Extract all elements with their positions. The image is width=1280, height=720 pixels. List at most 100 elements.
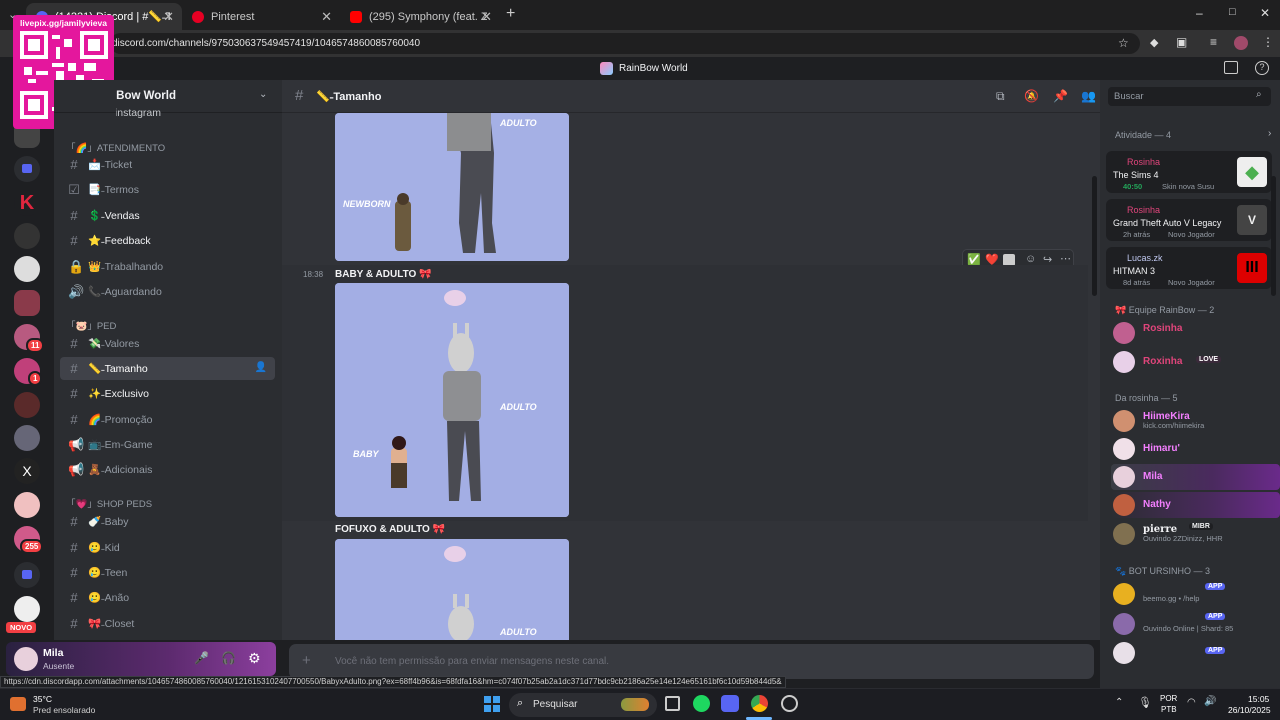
server-folder-icon[interactable] [14,562,40,588]
member-item[interactable]: HiimeKira kick.com/hiimekira [1111,408,1275,434]
chevron-up-icon[interactable]: ⌃ [1115,697,1123,708]
weather-icon[interactable] [10,697,26,711]
maximize-button[interactable]: □ [1229,6,1236,18]
member-item[interactable]: APP [1111,640,1275,666]
chrome-icon[interactable] [751,695,768,712]
settings-gear-icon[interactable]: ⚙ [248,650,261,667]
puzzle-icon[interactable]: ▣ [1176,35,1187,49]
taskbar-search[interactable]: ⌕ Pesquisar [509,693,657,717]
spotify-icon[interactable] [693,695,710,712]
channel-adicionais[interactable]: 📢 🧸˗Adicionais [60,458,275,481]
notification-bell-off-icon[interactable]: 🔕 [1024,89,1039,103]
channel-termos[interactable]: ☑ 📑˗Termos [60,178,275,201]
channel-valores[interactable]: # 💸˗Valores [60,332,275,355]
server-icon[interactable] [14,492,40,518]
keyboard-layout[interactable]: PTB [1161,705,1177,714]
close-icon[interactable]: ✕ [321,9,332,25]
inbox-icon[interactable] [1224,61,1238,74]
media-icon[interactable]: ≡ [1210,35,1217,49]
channel-teen[interactable]: # 🥲˗Teen [60,561,275,584]
server-icon[interactable] [14,425,40,451]
category-shop-peds[interactable]: 「💗」SHOP PEDS [66,496,152,510]
close-icon[interactable]: ✕ [481,9,492,25]
channel-promocao[interactable]: # 🌈˗Promoção [60,408,275,431]
channel-kid[interactable]: # 🥲˗Kid [60,536,275,559]
member-item[interactable]: pierre MIBR Ouvindo 2ZDinizz, HHR [1111,521,1275,547]
server-icon[interactable]: K [14,190,40,216]
add-attachment-icon[interactable]: + [302,652,311,669]
search-input[interactable]: Buscar ⌕ [1108,87,1271,106]
member-item[interactable]: Nathy [1111,492,1280,518]
clock-date[interactable]: 26/10/2025 [1228,705,1271,715]
server-icon[interactable] [14,256,40,282]
message-image[interactable]: ADULTO NEWBORN [335,113,569,261]
close-window-button[interactable]: ✕ [1260,6,1270,20]
channel-em-game[interactable]: 📢 📺˗Em-Game [60,433,275,456]
url-input[interactable]: discord.com/channels/975030637549457419/… [110,33,1140,54]
server-icon[interactable] [14,290,40,316]
chevron-down-icon[interactable]: ⌄ [259,89,267,100]
message-image[interactable]: ADULTO [335,539,569,640]
channel-exclusivo[interactable]: # ✨˗Exclusivo [60,382,275,405]
member-item[interactable]: Roxinha LOVE [1111,349,1275,375]
activity-card[interactable]: Rosinha The Sims 4 40:50 Skin nova Susu … [1106,151,1272,193]
channel-closet[interactable]: # 🎀˗Closet [60,612,275,635]
activity-card[interactable]: Rosinha Grand Theft Auto V Legacy 2h atr… [1106,199,1272,241]
search-icon[interactable]: ⌕ [1256,89,1262,100]
member-item[interactable]: APP beemo.gg • /help [1111,581,1275,607]
add-reaction-icon[interactable]: ☺ [1025,253,1036,265]
microphone-icon[interactable]: 🎙 [1138,696,1152,709]
channel-partial[interactable]: instagram [116,107,161,119]
server-header[interactable]: RainBow World ⌄ [54,80,282,113]
category-ped[interactable]: 「🐷」PED [66,318,116,332]
extension-icon[interactable]: ◆ [1150,36,1158,49]
bookmark-star-icon[interactable]: ☆ [1118,36,1129,50]
headphones-icon[interactable]: 🎧 [221,651,236,665]
tab-pinterest[interactable]: Pinterest ✕ [182,3,340,30]
menu-kebab-icon[interactable]: ⋮ [1262,35,1274,49]
server-icon[interactable] [14,223,40,249]
server-icon[interactable] [14,392,40,418]
help-icon[interactable]: ? [1255,61,1269,75]
channel-vendas[interactable]: # 💲˗Vendas [60,204,275,227]
avatar[interactable] [14,647,38,671]
channel-aguardando[interactable]: 🔊 📞˗Aguardando [60,280,275,303]
scrollbar-thumb[interactable] [1092,176,1097,296]
channel-trabalhando[interactable]: 🔒 👑˗Trabalhando [60,255,275,278]
windows-start-icon[interactable] [484,696,500,712]
channel-ticket[interactable]: # 📩˗Ticket [60,153,275,176]
new-tab-button[interactable]: + [506,5,515,23]
scrollbar-thumb[interactable] [1271,176,1276,296]
threads-icon[interactable]: ⧉ [996,89,1005,104]
app-icon[interactable] [781,695,798,712]
member-item-selected[interactable]: Mila [1111,464,1280,490]
server-icon[interactable]: X [14,458,40,484]
wifi-icon[interactable]: ◠ [1187,697,1196,708]
category-atendimento[interactable]: 「🌈」ATENDIMENTO [66,140,165,154]
profile-avatar[interactable] [1234,36,1248,50]
more-options-icon[interactable]: ⋯ [1060,252,1071,265]
language-code[interactable]: POR [1160,694,1177,703]
close-icon[interactable]: ✕ [163,9,174,25]
mute-microphone-icon[interactable]: 🎤 [194,651,209,665]
member-item[interactable]: Rosinha [1111,320,1275,346]
member-list-icon[interactable]: 👥 [1081,89,1096,103]
minimize-button[interactable]: – [1196,6,1203,20]
channel-tamanho[interactable]: # 📏˗Tamanho 👤 [60,357,275,380]
channel-anao[interactable]: # 🥲˗Anão [60,586,275,609]
member-item[interactable]: Himaru' [1111,436,1275,462]
channel-baby[interactable]: # 🍼˗Baby [60,510,275,533]
discord-taskbar-icon[interactable] [721,695,739,712]
channel-feedback[interactable]: # ⭐˗Feedback [60,229,275,252]
activity-card[interactable]: Lucas.zk HITMAN 3 8d atrás Novo Jogador … [1106,247,1272,289]
server-folder-icon[interactable] [14,156,40,182]
add-member-icon[interactable]: 👤 [255,362,267,373]
task-view-icon[interactable] [665,696,680,711]
clock-time[interactable]: 15:05 [1248,694,1269,704]
member-item[interactable]: APP Ouvindo Online | Shard: 85 [1111,611,1275,637]
tab-youtube[interactable]: (295) Symphony (feat. Zara Larsson) ✕ [340,3,500,30]
volume-icon[interactable]: 🔊 [1204,696,1216,707]
message-input[interactable]: Você não tem permissão para enviar mensa… [335,656,609,667]
message-image[interactable]: ADULTO BABY [335,283,569,517]
pin-icon[interactable]: 📌 [1053,89,1068,103]
